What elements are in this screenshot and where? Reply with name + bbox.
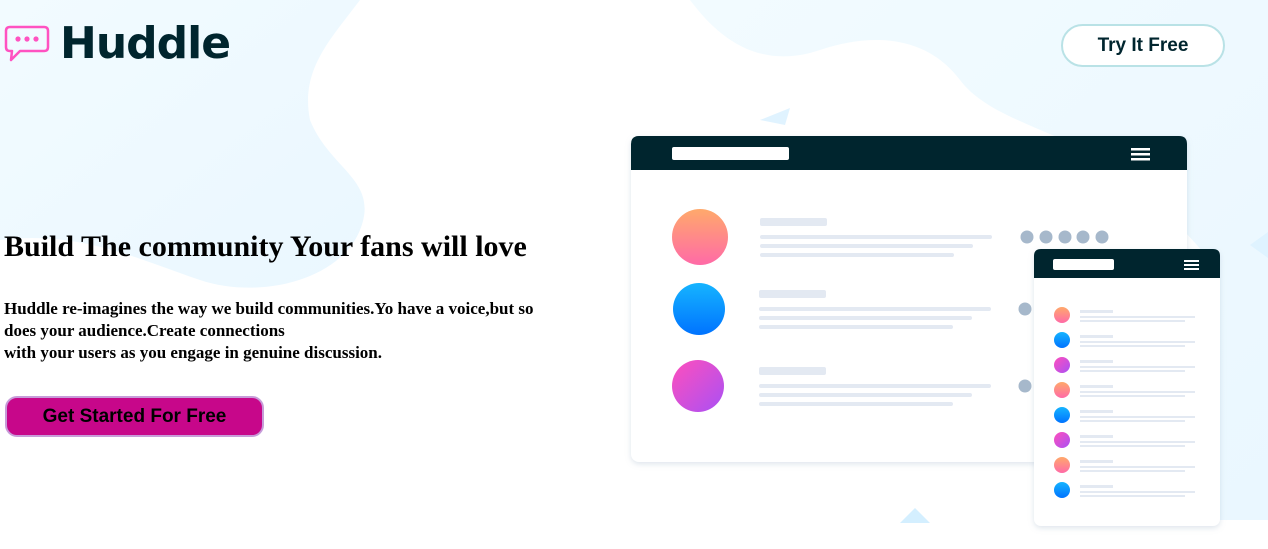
side-window-mockup — [1034, 249, 1220, 526]
hero-description-line: does your audience.Create connections — [4, 321, 285, 340]
hero-description-line: Huddle re-imagines the way we build comm… — [4, 299, 534, 318]
chat-bubble-icon — [4, 25, 50, 62]
hero-description-line: with your users as you engage in genuine… — [4, 343, 383, 362]
brand-name: Huddle — [60, 18, 231, 69]
try-it-free-button[interactable]: Try It Free — [1061, 24, 1225, 67]
get-started-button[interactable]: Get Started For Free — [5, 396, 264, 437]
app-mockup-illustration — [631, 136, 1220, 526]
brand-logo[interactable]: Huddle — [4, 18, 231, 69]
hero-title: Build The community Your fans will love — [4, 230, 527, 263]
hero-description: Huddle re-imagines the way we build comm… — [4, 298, 604, 364]
